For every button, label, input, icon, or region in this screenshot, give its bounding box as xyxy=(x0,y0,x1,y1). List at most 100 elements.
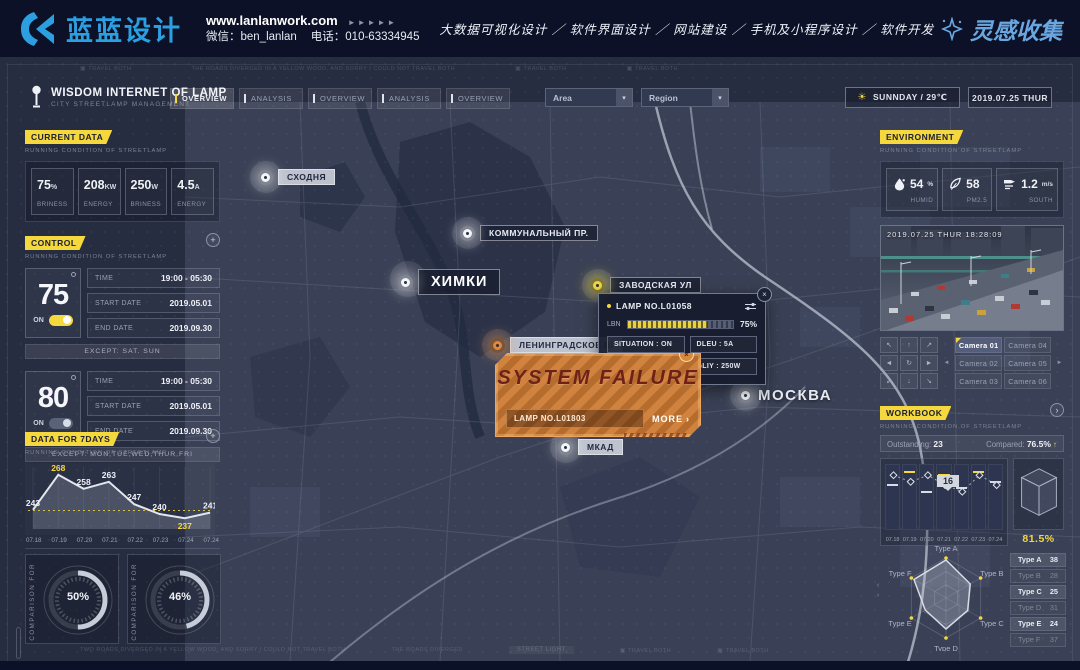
bar-tooltip: 16 xyxy=(937,475,959,487)
add-schedule-button[interactable]: + xyxy=(206,233,220,247)
more-button[interactable]: MORE› xyxy=(652,414,690,424)
expand-chart-button[interactable]: + xyxy=(206,429,220,443)
start-date-row: START DATE2019.05.01 xyxy=(87,396,220,416)
schedule-group-1: 75 ON TIME19:00 - 05:30 START DATE2019.0… xyxy=(25,268,220,338)
type-row-f[interactable]: Type F37 xyxy=(1010,633,1066,647)
radar-panel: ‹› Type AType BType CType DType EType F … xyxy=(874,541,1066,651)
scroll-handle[interactable] xyxy=(16,627,21,659)
brightness-value: 80 xyxy=(38,384,68,413)
camera-04-button[interactable]: Camera 04 xyxy=(1004,337,1051,353)
camera-list-prev[interactable]: ◄ xyxy=(942,337,951,389)
workbook-more-button[interactable]: › xyxy=(1050,403,1064,417)
lamp-pin-icon xyxy=(558,440,573,455)
camera-list: Camera 01 Camera 02 Camera 03 Camera 04 … xyxy=(955,337,1051,389)
camera-controls: ↖ ↑ ↗ ◄ ↻ ► ↙ ↓ ↘ ◄ Camera 01 Camera 02 … xyxy=(880,337,1064,389)
time-row: TIME19:00 - 05:30 xyxy=(87,268,220,288)
type-row-b[interactable]: Type B28 xyxy=(1010,569,1066,583)
svg-text:Type A: Type A xyxy=(935,544,958,553)
environment-stats: 54% HUMID 58 PM2.5 xyxy=(880,161,1064,218)
ptz-dpad: ↖ ↑ ↗ ◄ ↻ ► ↙ ↓ ↘ xyxy=(880,337,938,389)
decor-strip-top: TRAVEL BOTH THE ROADS DIVERGED IN A YELL… xyxy=(80,65,1050,72)
lamp-pin-icon xyxy=(490,338,505,353)
page: 蓝蓝设计 www.lanlanwork.com►►►►► 微信：ben_lanl… xyxy=(0,0,1080,670)
lamp-id: LAMP NO.L01058 xyxy=(616,301,739,311)
schedule-toggle[interactable] xyxy=(49,315,73,326)
wind-icon xyxy=(1003,177,1017,191)
schedule-toggle[interactable] xyxy=(49,418,73,429)
pan-right-icon[interactable]: ► xyxy=(920,355,938,371)
promo-banner: 蓝蓝设计 www.lanlanwork.com►►►►► 微信：ben_lanl… xyxy=(0,0,1080,57)
svg-text:237: 237 xyxy=(178,521,192,531)
chevron-down-icon: ▾ xyxy=(712,89,728,106)
camera-05-button[interactable]: Camera 05 xyxy=(1004,355,1051,371)
panel-title: ENVIRONMENT xyxy=(880,130,963,144)
pan-down-right-icon[interactable]: ↘ xyxy=(920,373,938,389)
camera-list-next[interactable]: ► xyxy=(1055,337,1064,389)
environment-panel: ENVIRONMENT RUNNING CONDITION OF STREETL… xyxy=(880,127,1064,218)
map-pin-zavodskaya[interactable]: ЗАВОДСКАЯ УЛ xyxy=(590,277,701,293)
comparison-gauge-1: COMPARISON FOR 50% xyxy=(25,554,119,644)
svg-text:258: 258 xyxy=(77,477,91,487)
panel-title: DATA FOR 7DAYS xyxy=(25,432,119,446)
pan-down-left-icon[interactable]: ↙ xyxy=(880,373,898,389)
end-date-row: END DATE2019.09.30 xyxy=(87,318,220,338)
comparison-gauge-2: COMPARISON FOR 46% xyxy=(127,554,221,644)
tab-overview-1[interactable]: OVERVIEW xyxy=(170,88,234,109)
reset-icon[interactable]: ↻ xyxy=(900,355,918,371)
current-data-stats: 75% BRINESS 208KW ENERGY 250W BRINESS 4.… xyxy=(25,161,220,222)
week-x-labels: 07.1807.19 07.2007.21 07.2207.23 07.2407… xyxy=(25,537,220,549)
camera-03-button[interactable]: Camera 03 xyxy=(955,373,1002,389)
camera-01-button[interactable]: Camera 01 xyxy=(955,337,1002,353)
map-pin-moskva[interactable]: МОСКВА xyxy=(738,387,832,404)
sliders-icon[interactable] xyxy=(744,302,757,311)
workbook-stats: Outstanding: 23 Compared: 76.5% ↑ xyxy=(880,435,1064,452)
pan-up-left-icon[interactable]: ↖ xyxy=(880,337,898,353)
nav-tabs: OVERVIEW ANALYSIS OVERVIEW ANALYSIS OVER… xyxy=(170,88,510,109)
streetlamp-icon xyxy=(30,85,43,109)
svg-text:Type D: Type D xyxy=(934,644,958,651)
status-dot xyxy=(607,304,611,308)
type-row-d[interactable]: Type D31 xyxy=(1010,601,1066,615)
pan-up-right-icon[interactable]: ↗ xyxy=(920,337,938,353)
camera-06-button[interactable]: Camera 06 xyxy=(1004,373,1051,389)
lamp-pin-icon xyxy=(590,278,605,293)
type-list: Type A38 Type B28 Type C25 Type D31 Type… xyxy=(1010,553,1066,647)
weather-display: ☀ SUNNDAY / 29℃ xyxy=(845,87,960,108)
map-pin-khimki[interactable]: ХИМКИ xyxy=(398,269,500,295)
svg-text:247: 247 xyxy=(127,492,141,502)
type-row-a[interactable]: Type A38 xyxy=(1010,553,1066,567)
street-light-tag: STREET LIGHT xyxy=(509,646,574,654)
pan-down-icon[interactable]: ↓ xyxy=(900,373,918,389)
pan-up-icon[interactable]: ↑ xyxy=(900,337,918,353)
map-pin-kommunalny[interactable]: КОММУНАЛЬНЫЙ ПР. xyxy=(460,225,598,241)
current-data-panel: CURRENT DATA RUNNING CONDITION OF STREET… xyxy=(25,127,220,222)
inspiration-collect: 灵感收集 xyxy=(940,12,1062,46)
svg-text:Type B: Type B xyxy=(980,569,1003,578)
tab-analysis-2[interactable]: ANALYSIS xyxy=(377,88,441,109)
region-select[interactable]: Region▾ xyxy=(641,88,729,107)
tab-analysis-1[interactable]: ANALYSIS xyxy=(239,88,303,109)
pan-left-icon[interactable]: ◄ xyxy=(880,355,898,371)
dashboard: TRAVEL BOTH THE ROADS DIVERGED IN A YELL… xyxy=(0,57,1080,670)
stat-briness-w: 250W BRINESS xyxy=(125,168,168,215)
radar-pager[interactable]: ‹› xyxy=(874,541,882,601)
gauge-value: 50% xyxy=(54,591,102,603)
close-icon[interactable]: × xyxy=(757,287,772,302)
map-pin-skhodnya[interactable]: СХОДНЯ xyxy=(258,169,335,185)
logo-text: 蓝蓝设计 xyxy=(66,9,182,48)
workbook-bar-chart: 16 07.1807.19 07.2007.21 07.2207.23 07.2… xyxy=(880,458,1008,546)
control-panel: CONTROL + RUNNING CONDITION OF STREETLAM… xyxy=(25,233,220,462)
type-row-e[interactable]: Type E24 xyxy=(1010,617,1066,631)
brightness-level-box: 75 ON xyxy=(25,268,81,338)
panel-title: CURRENT DATA xyxy=(25,130,112,144)
map-pin-mkad[interactable]: МКАД xyxy=(558,439,623,455)
camera-02-button[interactable]: Camera 02 xyxy=(955,355,1002,371)
area-select[interactable]: Area▾ xyxy=(545,88,633,107)
banner-contact: www.lanlanwork.com►►►►► 微信：ben_lanlan电话：… xyxy=(206,12,433,45)
type-row-c[interactable]: Type C25 xyxy=(1010,585,1066,599)
tab-overview-3[interactable]: OVERVIEW xyxy=(446,88,510,109)
stat-wind: 1.2m/s SOUTH xyxy=(996,168,1058,211)
lanlan-logo-icon xyxy=(18,9,58,49)
tab-overview-2[interactable]: OVERVIEW xyxy=(308,88,372,109)
sun-icon: ☀ xyxy=(858,92,867,103)
